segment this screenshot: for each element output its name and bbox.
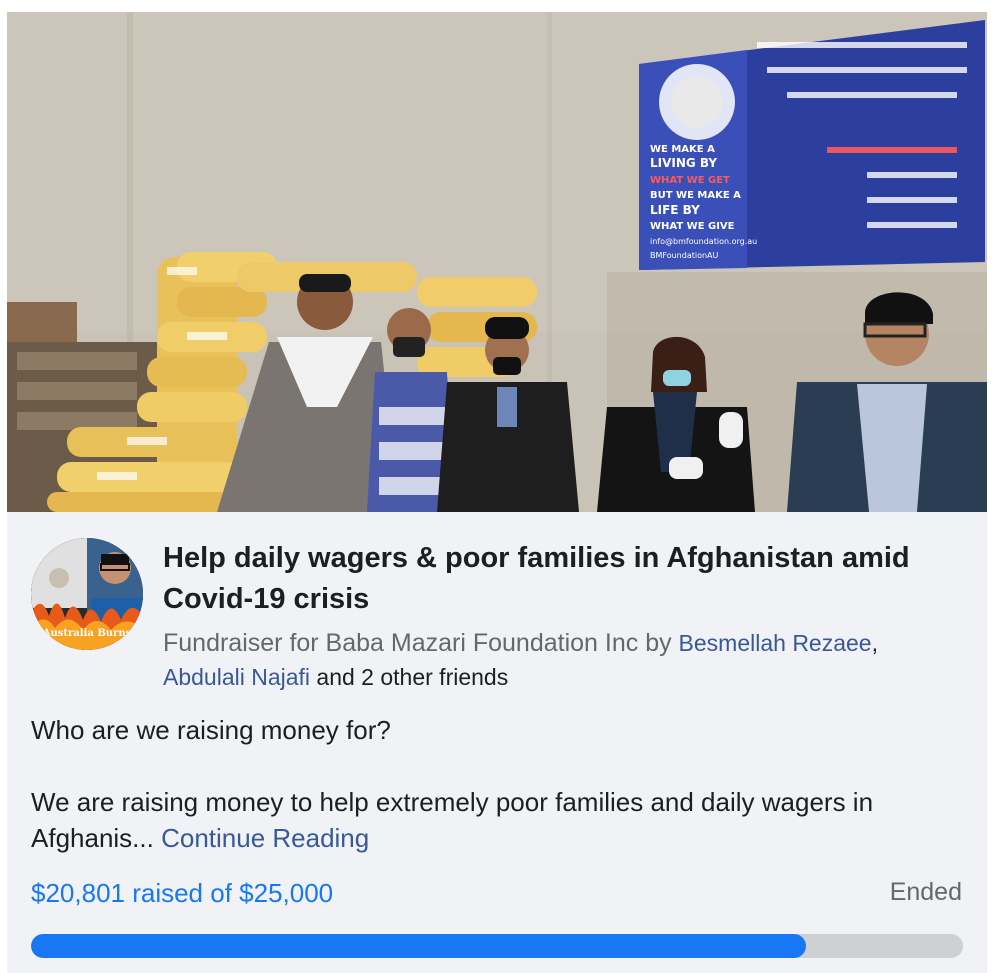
banner-email: info@bmfoundation.org.au [650,237,757,246]
fundraiser-status: Ended [889,878,962,906]
fundraiser-cover-photo[interactable]: WE MAKE A LIVING BY WHAT WE GET BUT WE M… [7,12,987,512]
organizer-link-1[interactable]: Besmellah Rezaee [679,630,872,656]
description-text: We are raising money to help extremely p… [31,787,874,853]
description-line-2: We are raising money to help extremely p… [31,784,961,856]
fundraiser-title[interactable]: Help daily wagers & poor families in Afg… [163,538,953,620]
description-line-1: Who are we raising money for? [31,715,391,745]
fundraiser-card[interactable]: WE MAKE A LIVING BY WHAT WE GET BUT WE M… [7,12,987,973]
continue-reading-link[interactable]: Continue Reading [161,823,369,853]
fundraiser-byline: Fundraiser for Baba Mazari Foundation In… [163,626,963,694]
banner-line-6: WHAT WE GIVE [650,221,735,232]
amount-raised: $20,801 raised of $25,000 [31,878,334,908]
byline-separator: , [871,630,878,656]
banner-line-1: WE MAKE A [650,144,715,155]
byline-others: and 2 other friends [310,664,509,690]
avatar-caption: Australia Burns [42,628,132,639]
organizer-avatar[interactable]: Australia Burns [31,538,143,650]
fundraiser-progress-fill [31,934,807,958]
organizer-link-2[interactable]: Abdulali Najafi [163,664,310,690]
banner-line-5: LIFE BY [650,203,700,217]
banner-line-4: BUT WE MAKE A [650,190,741,201]
fundraiser-description: Who are we raising money for? We are rai… [31,712,961,856]
fundraiser-progress-bar [31,934,963,958]
byline-prefix: Fundraiser for Baba Mazari Foundation In… [163,629,679,657]
banner-handle: BMFoundationAU [650,251,719,260]
banner-line-3: WHAT WE GET [650,175,730,186]
banner-line-2: LIVING BY [650,156,717,170]
